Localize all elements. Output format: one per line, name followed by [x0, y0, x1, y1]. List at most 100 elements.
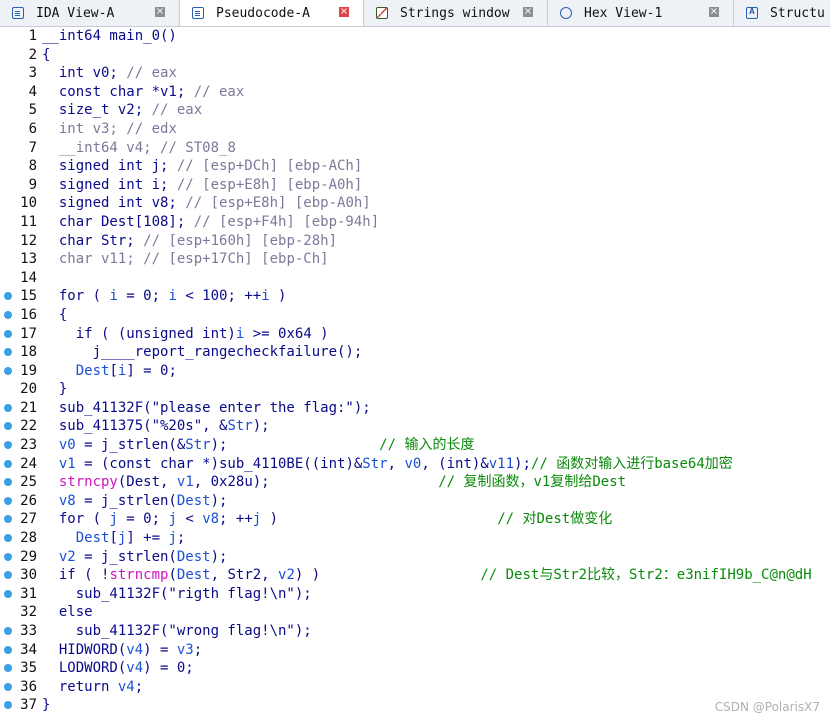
close-icon[interactable]: ×	[155, 7, 165, 17]
breakpoint-dot-icon[interactable]	[4, 478, 12, 487]
code-line[interactable]: 23 v0 = j_strlen(&Str); // 输入的长度	[0, 436, 830, 455]
tab-strings-window[interactable]: Strings window ×	[364, 0, 548, 26]
tab-structures[interactable]: A Structu	[734, 0, 830, 26]
breakpoint-dot-icon[interactable]	[4, 310, 12, 319]
code-line[interactable]: 14	[0, 269, 830, 288]
code-line[interactable]: 17 if ( (unsigned int)i >= 0x64 )	[0, 325, 830, 344]
code-token: [	[109, 362, 118, 379]
breakpoint-dot-icon[interactable]	[4, 645, 12, 654]
breakpoint-dot-icon[interactable]	[4, 627, 12, 635]
breakpoint-dot-icon[interactable]	[4, 496, 12, 505]
code-line[interactable]: 8 signed int j; // [esp+DCh] [ebp-ACh]	[0, 157, 830, 176]
code-token: strncmp	[109, 567, 169, 584]
breakpoint-dot-icon[interactable]	[4, 366, 12, 375]
close-icon[interactable]: ×	[709, 7, 719, 17]
code-text: for ( i = 0; i < 100; ++i )	[42, 287, 287, 306]
code-line[interactable]: 21 sub_41132F("please enter the flag:");	[0, 399, 830, 418]
line-number: 17	[20, 325, 37, 342]
line-number: 1	[28, 28, 37, 44]
breakpoint-dot-icon[interactable]	[4, 682, 12, 691]
code-line[interactable]: 2{	[0, 46, 830, 65]
breakpoint-dot-icon[interactable]	[4, 664, 12, 673]
line-number: 3	[28, 65, 37, 82]
code-line[interactable]: 24 v1 = (const char *)sub_4110BE((int)&S…	[0, 455, 830, 474]
code-token: // eax	[193, 83, 245, 100]
code-line[interactable]: 35 LODWORD(v4) = 0;	[0, 659, 830, 678]
code-line[interactable]: 19 Dest[i] = 0;	[0, 362, 830, 381]
code-line[interactable]: 6 int v3; // edx	[0, 120, 830, 139]
code-line[interactable]: 1 __int64 main_0()	[0, 27, 830, 46]
line-number: 25	[20, 474, 37, 491]
code-line[interactable]: 10 signed int v8; // [esp+E8h] [ebp-A0h]	[0, 194, 830, 213]
code-line[interactable]: 20 }	[0, 380, 830, 399]
breakpoint-dot-icon[interactable]	[4, 403, 12, 412]
breakpoint-dot-icon[interactable]	[4, 422, 12, 431]
code-text: v8 = j_strlen(Dest);	[42, 492, 228, 511]
code-text: char Str; // [esp+160h] [ebp-28h]	[42, 232, 337, 251]
pseudocode-view[interactable]: 1 __int64 main_0() 2{3 int v0; // eax 4 con…	[0, 27, 830, 715]
code-line[interactable]: 28 Dest[j] += j;	[0, 529, 830, 548]
close-icon[interactable]: ×	[339, 7, 349, 17]
breakpoint-dot-icon[interactable]	[4, 459, 12, 468]
code-comment: // 输入的长度	[379, 437, 475, 454]
code-line[interactable]: 18 j____report_rangecheckfailure();	[0, 343, 830, 362]
code-line[interactable]: 4 const char *v1; // eax	[0, 83, 830, 102]
tab-bar: IDA View-A × Pseudocode-A × Strings wind…	[0, 0, 830, 27]
line-number: 11	[20, 213, 37, 230]
code-line[interactable]: 11 char Dest[108]; // [esp+F4h] [ebp-94h…	[0, 213, 830, 232]
line-number: 12	[20, 232, 37, 249]
code-text: strncpy(Dest, v1, 0x28u); // 复制函数，v1复制给D…	[42, 473, 626, 492]
code-line[interactable]: 9 signed int i; // [esp+E8h] [ebp-A0h]	[0, 176, 830, 195]
code-line[interactable]: 3 int v0; // eax	[0, 64, 830, 83]
code-text: return v4;	[42, 678, 143, 697]
code-line[interactable]: 26 v8 = j_strlen(Dest);	[0, 492, 830, 511]
code-line[interactable]: 32 else	[0, 603, 830, 622]
line-number: 9	[28, 176, 37, 193]
code-token: return	[42, 678, 118, 695]
breakpoint-dot-icon[interactable]	[4, 552, 12, 561]
code-token: );	[210, 492, 228, 509]
code-line[interactable]: 36 return v4;	[0, 678, 830, 697]
code-line[interactable]: 37}	[0, 696, 830, 715]
code-line[interactable]: 31 sub_41132F("rigth flag!\n");	[0, 585, 830, 604]
breakpoint-dot-icon[interactable]	[4, 701, 12, 710]
code-token: char v11;	[42, 251, 144, 268]
code-token: (Dest,	[117, 474, 177, 491]
breakpoint-dot-icon[interactable]	[4, 534, 12, 543]
tab-pseudocode-a[interactable]: Pseudocode-A ×	[180, 0, 364, 26]
code-line[interactable]: 13 char v11; // [esp+17Ch] [ebp-Ch]	[0, 250, 830, 269]
code-line[interactable]: 33 sub_41132F("wrong flag!\n");	[0, 622, 830, 641]
code-token: Dest	[176, 548, 211, 565]
breakpoint-dot-icon[interactable]	[4, 515, 12, 524]
code-line[interactable]: 12 char Str; // [esp+160h] [ebp-28h]	[0, 232, 830, 251]
code-line[interactable]: 34 HIDWORD(v4) = v3;	[0, 641, 830, 660]
breakpoint-dot-icon[interactable]	[4, 571, 12, 580]
code-line[interactable]: 22 sub_411375("%20s", &Str);	[0, 417, 830, 436]
code-token: [	[109, 530, 118, 547]
tab-ida-view-a[interactable]: IDA View-A ×	[0, 0, 180, 26]
breakpoint-dot-icon[interactable]	[4, 589, 12, 598]
line-number: 31	[20, 585, 37, 602]
code-line[interactable]: 30 if ( !strncmp(Dest, Str2, v2) ) // De…	[0, 566, 830, 585]
code-comment: // 复制函数，v1复制给Dest	[438, 474, 627, 491]
code-text: signed int v8; // [esp+E8h] [ebp-A0h]	[42, 194, 371, 213]
code-line[interactable]: 25 strncpy(Dest, v1, 0x28u); // 复制函数，v1复…	[0, 473, 830, 492]
code-line[interactable]: 5 size_t v2; // eax	[0, 101, 830, 120]
code-line[interactable]: 29 v2 = j_strlen(Dest);	[0, 548, 830, 567]
tab-label: IDA View-A	[36, 5, 115, 21]
code-token: if ( !	[42, 567, 110, 584]
breakpoint-dot-icon[interactable]	[4, 441, 12, 450]
line-number: 35	[20, 660, 37, 677]
breakpoint-dot-icon[interactable]	[4, 348, 12, 357]
code-line[interactable]: 7 __int64 v4; // ST08_8	[0, 139, 830, 158]
breakpoint-dot-icon[interactable]	[4, 292, 12, 301]
breakpoint-dot-icon[interactable]	[4, 329, 12, 338]
code-line[interactable]: 16 {	[0, 306, 830, 325]
close-icon[interactable]: ×	[523, 7, 533, 17]
code-line[interactable]: 15 for ( i = 0; i < 100; ++i )	[0, 287, 830, 306]
tab-hex-view-1[interactable]: Hex View-1 ×	[548, 0, 734, 26]
code-token: // [esp+E8h] [ebp-A0h]	[176, 176, 363, 193]
code-token: v4	[126, 660, 144, 677]
code-line[interactable]: 27 for ( j = 0; j < v8; ++j ) // 对Dest做变…	[0, 510, 830, 529]
